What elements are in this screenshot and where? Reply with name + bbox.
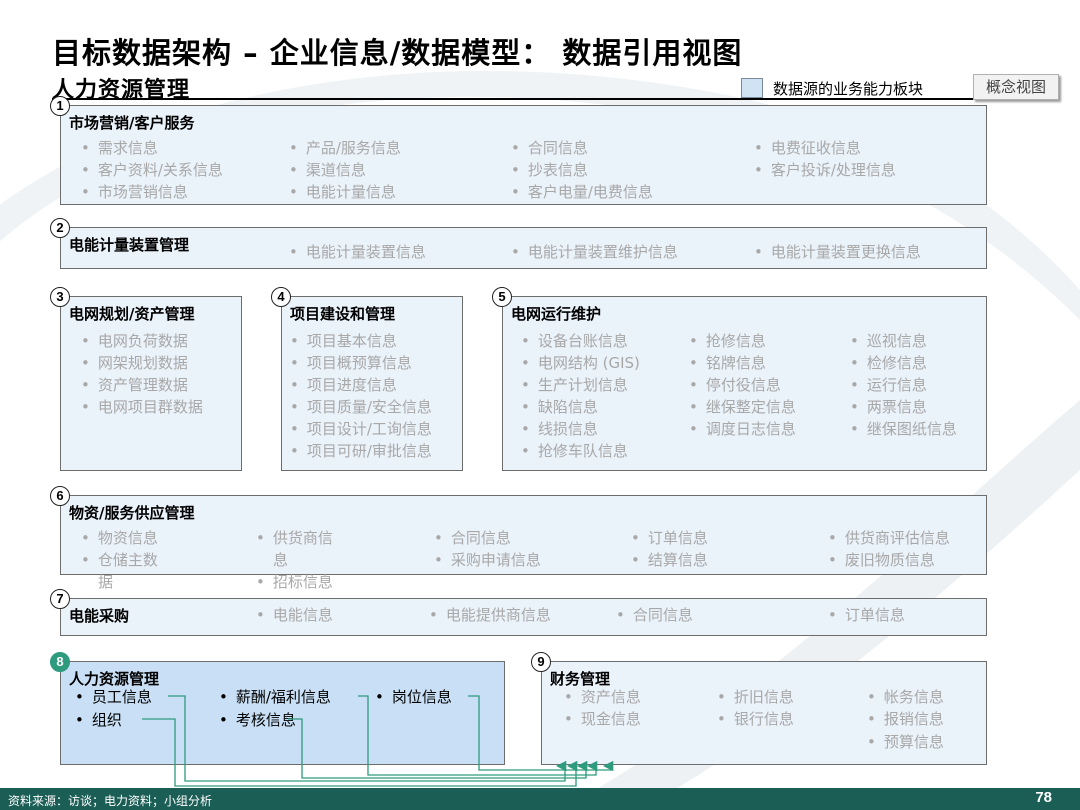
list-item: 调度日志信息 (689, 418, 796, 440)
box-title: 电网规划/资产管理 (69, 305, 195, 323)
list-item: 抄表信息 (511, 159, 588, 181)
list-item: 渠道信息 (289, 159, 366, 181)
list-item: 银行信息 (717, 708, 794, 730)
list-item: 订单信息 (828, 604, 905, 626)
number-badge: 3 (50, 287, 70, 307)
box-title: 电能计量装置管理 (69, 236, 190, 254)
list-item: 组织 (75, 709, 122, 731)
list-item: 资产管理数据 (81, 374, 188, 396)
list-item: 客户投诉/处理信息 (754, 159, 896, 181)
list-item: 考核信息 (219, 709, 296, 731)
list-item: 产品/服务信息 (289, 137, 401, 159)
list-item: 继保整定信息 (689, 396, 796, 418)
number-badge: 4 (271, 287, 291, 307)
list-item: 废旧物质信息 (828, 549, 935, 571)
list-item: 项目概预算信息 (290, 352, 412, 374)
list-item: 电网项目群数据 (81, 396, 203, 418)
list-item: 物资信息 (81, 527, 158, 549)
list-item: 巡视信息 (850, 330, 927, 352)
number-badge: 8 (50, 652, 70, 672)
list-item: 线损信息 (521, 418, 598, 440)
list-item: 市场营销信息 (81, 181, 188, 203)
list-item: 电能信息 (256, 604, 333, 626)
list-item: 铭牌信息 (689, 352, 766, 374)
list-item: 采购申请信息 (434, 549, 541, 571)
list-item: 报销信息 (867, 708, 944, 730)
list-item: 结算信息 (631, 549, 708, 571)
box-finance-management: 财务管理 资产信息 折旧信息 帐务信息 现金信息 银行信息 报销信息 预算信息 (541, 661, 987, 765)
footer-source: 资料来源：访谈；电力资料；小组分析 (8, 794, 213, 808)
number-badge: 2 (50, 218, 70, 238)
list-item: 薪酬/福利信息 (219, 686, 331, 708)
list-item: 抢修车队信息 (521, 440, 628, 462)
box-title: 物资/服务供应管理 (69, 504, 195, 522)
list-item: 运行信息 (850, 374, 927, 396)
list-item: 招标信息 (256, 571, 333, 593)
list-item: 现金信息 (564, 708, 641, 730)
box-grid-operation-maintenance: 电网运行维护 设备台账信息 抢修信息 巡视信息 电网结构 (GIS) 铭牌信息 … (502, 296, 987, 471)
list-item: 项目进度信息 (290, 374, 397, 396)
list-item: 订单信息 (631, 527, 708, 549)
list-item: 合同信息 (511, 137, 588, 159)
number-badge: 6 (50, 486, 70, 506)
box-project-construction-management: 项目建设和管理 项目基本信息 项目概预算信息 项目进度信息 项目质量/安全信息 … (281, 296, 463, 471)
list-item: 项目基本信息 (290, 330, 397, 352)
list-item: 电能计量装置维护信息 (511, 241, 678, 263)
box-materials-supply-management: 物资/服务供应管理 物资信息 供货商信 息 合同信息 订单信息 供货商评估信息 … (60, 495, 987, 591)
list-item: 员工信息 (75, 686, 152, 708)
number-badge: 7 (50, 589, 70, 609)
list-item: 需求信息 (81, 137, 158, 159)
list-item: 预算信息 (867, 731, 944, 753)
list-item: 息 (273, 551, 289, 569)
list-item: 仓储主数 (81, 549, 158, 571)
list-item: 设备台账信息 (521, 330, 628, 352)
list-item: 项目质量/安全信息 (290, 396, 432, 418)
list-item: 缺陷信息 (521, 396, 598, 418)
list-item: 网架规划数据 (81, 352, 188, 374)
list-item: 合同信息 (616, 604, 693, 626)
list-item: 电费征收信息 (754, 137, 861, 159)
list-item: 资产信息 (564, 686, 641, 708)
list-item: 电网结构 (GIS) (521, 352, 640, 374)
box-metering-device-management: 电能计量装置管理 电能计量装置信息 电能计量装置维护信息 电能计量装置更换信息 (60, 227, 987, 269)
list-item: 岗位信息 (375, 686, 452, 708)
legend-label: 数据源的业务能力板块 (773, 80, 924, 98)
page-title: 目标数据架构 – 企业信息/数据模型： 数据引用视图 (52, 36, 743, 70)
list-item: 电能提供商信息 (429, 604, 551, 626)
list-item: 电能计量装置更换信息 (754, 241, 921, 263)
box-marketing-customer-service: 市场营销/客户服务 需求信息 产品/服务信息 合同信息 电费征收信息 客户资料/… (60, 105, 987, 205)
list-item: 检修信息 (850, 352, 927, 374)
number-badge: 9 (531, 652, 551, 672)
page-number: 78 (1035, 789, 1052, 806)
list-item: 生产计划信息 (521, 374, 628, 396)
box-title: 项目建设和管理 (290, 305, 396, 323)
list-item: 客户电量/电费信息 (511, 181, 653, 203)
list-item: 电网负荷数据 (81, 330, 188, 352)
box-power-purchase: 电能采购 电能信息 电能提供商信息 合同信息 订单信息 (60, 598, 987, 636)
list-item: 项目可研/审批信息 (290, 440, 432, 462)
box-title: 电网运行维护 (511, 305, 602, 323)
list-item: 折旧信息 (717, 686, 794, 708)
list-item: 电能计量信息 (289, 181, 396, 203)
list-item: 继保图纸信息 (850, 418, 957, 440)
list-item: 抢修信息 (689, 330, 766, 352)
box-human-resources-management: 人力资源管理 员工信息 薪酬/福利信息 岗位信息 组织 考核信息 (60, 661, 505, 765)
legend-swatch (741, 78, 763, 98)
number-badge: 5 (492, 287, 512, 307)
list-item: 客户资料/关系信息 (81, 159, 223, 181)
number-badge: 1 (50, 96, 70, 116)
list-item: 供货商信 (256, 527, 333, 549)
list-item: 项目设计/工询信息 (290, 418, 432, 440)
list-item: 电能计量装置信息 (289, 241, 426, 263)
list-item: 两票信息 (850, 396, 927, 418)
box-grid-planning-asset-management: 电网规划/资产管理 电网负荷数据 网架规划数据 资产管理数据 电网项目群数据 (60, 296, 242, 471)
box-title: 电能采购 (69, 607, 130, 625)
list-item: 合同信息 (434, 527, 511, 549)
list-item: 据 (98, 573, 114, 591)
list-item: 帐务信息 (867, 686, 944, 708)
list-item: 停付役信息 (689, 374, 781, 396)
list-item: 供货商评估信息 (828, 527, 950, 549)
view-tag: 概念视图 (973, 74, 1059, 100)
box-title: 市场营销/客户服务 (69, 114, 195, 132)
